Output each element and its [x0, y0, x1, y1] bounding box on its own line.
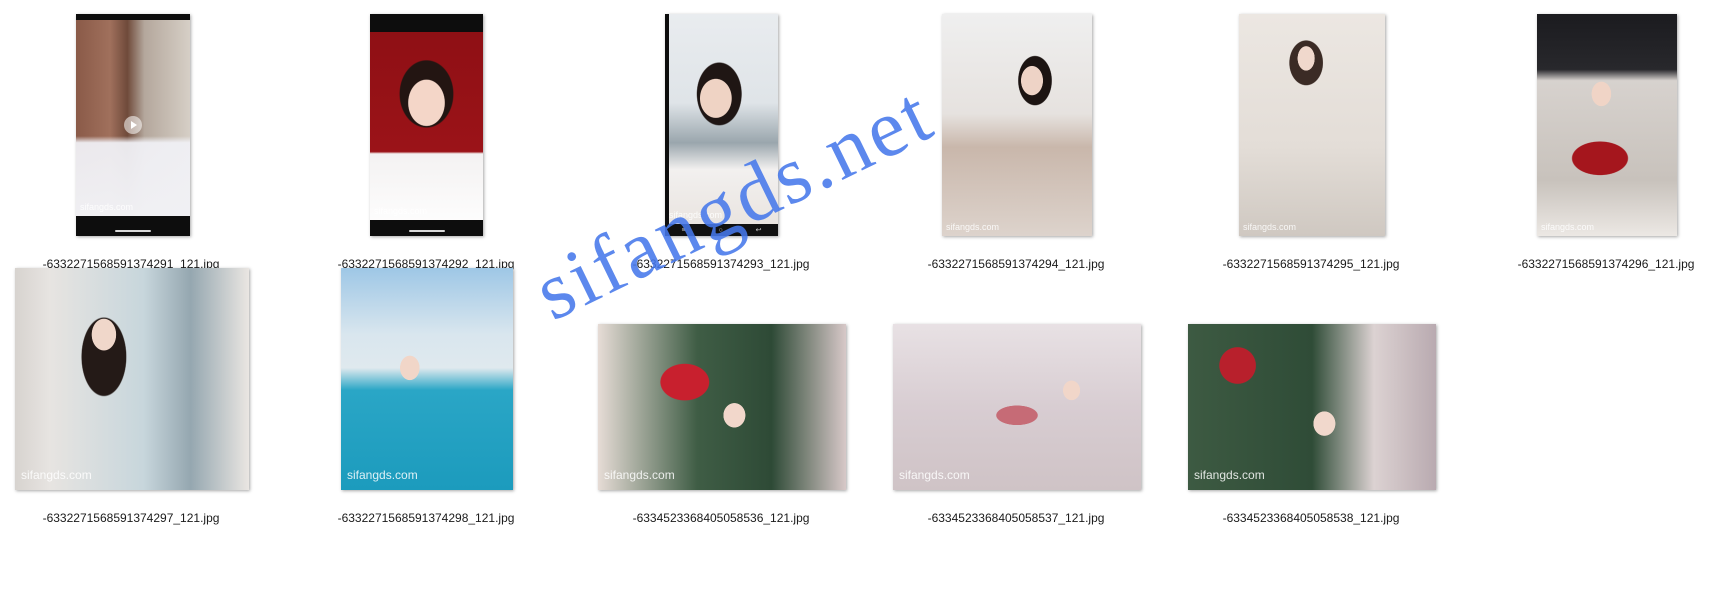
thumbnail-frame: sifangds.com — [576, 254, 866, 509]
file-tile[interactable]: sifangds.com -6332271568591374298_121.jp… — [281, 254, 571, 525]
status-bar — [76, 14, 190, 20]
file-tile[interactable]: sifangds.com -6334523368405058538_121.jp… — [1166, 254, 1456, 525]
thumbnail-frame: sifangds.com — [281, 254, 571, 509]
thumb-watermark: sifangds.com — [1194, 468, 1265, 482]
file-thumbnail[interactable]: sifangds.com — [76, 14, 190, 236]
file-thumbnail[interactable]: sifangds.com — [370, 14, 483, 236]
file-tile[interactable]: sifangds.com -6332271568591374292_121.jp… — [281, 0, 571, 271]
file-explorer-view: sifangds.com -6332271568591374291_121.jp… — [0, 0, 1720, 597]
thumbnail-frame: sifangds.com — [281, 0, 571, 255]
file-tile[interactable]: sifangds.com -6334523368405058536_121.jp… — [576, 254, 866, 525]
file-thumbnail[interactable]: sifangds.com — [893, 324, 1141, 490]
file-tile[interactable]: sifangds.com -6334523368405058537_121.jp… — [871, 254, 1161, 525]
file-thumbnail[interactable]: sifangds.com — [1537, 14, 1677, 236]
file-thumbnail[interactable]: sifangds.com — [942, 14, 1092, 236]
file-thumbnail[interactable]: sifangds.com — [15, 268, 249, 490]
thumb-watermark: sifangds.com — [347, 468, 418, 482]
thumb-watermark: sifangds.com — [80, 202, 134, 212]
file-thumbnail[interactable]: sifangds.com — [1239, 14, 1385, 236]
thumb-watermark: sifangds.com — [1243, 222, 1297, 232]
thumbnail-frame: sifangds.com — [0, 0, 276, 255]
nav-bar — [370, 220, 483, 236]
file-tile[interactable]: sifangds.com -6332271568591374297_121.jp… — [0, 254, 276, 525]
side-bar — [665, 14, 669, 236]
thumbnail-frame: ≡ ○ ↩ sifangds.com — [576, 0, 866, 255]
thumbnail-frame: sifangds.com — [871, 254, 1161, 509]
file-name: -6332271568591374296_121.jpg — [1517, 257, 1695, 271]
file-thumbnail[interactable]: sifangds.com — [598, 324, 846, 490]
file-thumbnail[interactable]: sifangds.com — [1188, 324, 1436, 490]
thumbnail-frame: sifangds.com — [871, 0, 1161, 255]
file-thumbnail[interactable]: ≡ ○ ↩ sifangds.com — [665, 14, 778, 236]
thumbnail-frame: sifangds.com — [1166, 254, 1456, 509]
file-name: -6334523368405058536_121.jpg — [632, 511, 810, 525]
file-name: -6334523368405058537_121.jpg — [927, 511, 1105, 525]
file-name: -6332271568591374297_121.jpg — [42, 511, 220, 525]
play-icon — [124, 116, 142, 134]
nav-keys: ≡ ○ ↩ — [665, 224, 778, 236]
thumb-watermark: sifangds.com — [374, 206, 428, 216]
file-thumbnail[interactable]: sifangds.com — [341, 268, 513, 490]
thumb-watermark: sifangds.com — [669, 210, 723, 220]
thumb-watermark: sifangds.com — [899, 468, 970, 482]
thumb-watermark: sifangds.com — [1541, 222, 1595, 232]
file-name: -6332271568591374298_121.jpg — [337, 511, 515, 525]
nav-bar — [76, 216, 190, 236]
file-tile[interactable]: sifangds.com -6332271568591374295_121.jp… — [1166, 0, 1456, 271]
file-name: -6334523368405058538_121.jpg — [1222, 511, 1400, 525]
file-tile[interactable]: sifangds.com -6332271568591374296_121.jp… — [1461, 0, 1720, 271]
thumb-watermark: sifangds.com — [946, 222, 1000, 232]
thumb-watermark: sifangds.com — [21, 468, 92, 482]
thumbnail-frame: sifangds.com — [1461, 0, 1720, 255]
file-tile[interactable]: sifangds.com -6332271568591374294_121.jp… — [871, 0, 1161, 271]
file-tile[interactable]: ≡ ○ ↩ sifangds.com -6332271568591374293_12… — [576, 0, 866, 271]
thumbnail-frame: sifangds.com — [1166, 0, 1456, 255]
file-tile[interactable]: sifangds.com -6332271568591374291_121.jp… — [0, 0, 276, 271]
status-bar — [370, 14, 483, 32]
thumb-watermark: sifangds.com — [604, 468, 675, 482]
thumbnail-frame: sifangds.com — [0, 254, 276, 509]
